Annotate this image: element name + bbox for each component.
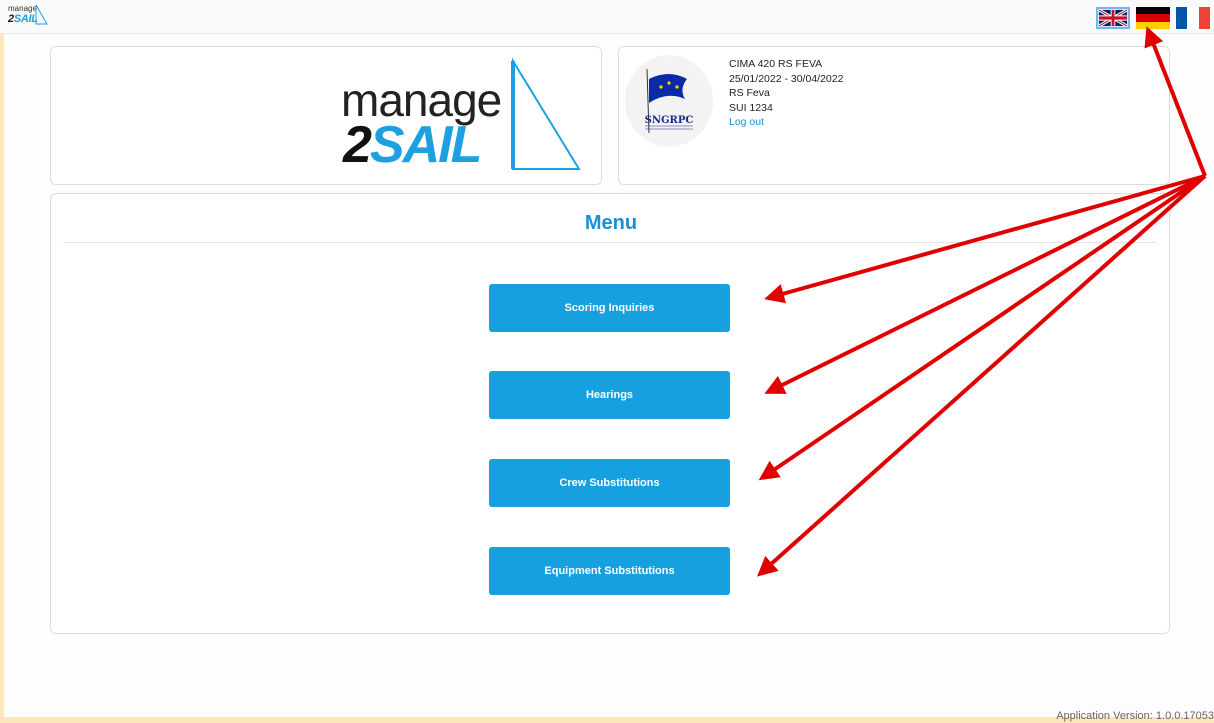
scoring-inquiries-button[interactable]: Scoring Inquiries bbox=[489, 284, 730, 332]
svg-text:SNGRPC: SNGRPC bbox=[645, 115, 694, 126]
left-edge-strip bbox=[0, 0, 4, 723]
menu-panel: Menu Scoring Inquiries Hearings Crew Sub… bbox=[50, 193, 1170, 634]
app-version: Application Version: 1.0.0.17053 bbox=[1056, 710, 1214, 722]
boat-class: RS Feva bbox=[729, 87, 770, 99]
event-info-panel: SNGRPC CIMA 420 RS FEVA 25/01/2022 - 30/… bbox=[618, 46, 1170, 185]
top-bar: manage 2SAIL bbox=[0, 0, 1214, 34]
uk-flag-icon[interactable] bbox=[1096, 7, 1130, 29]
event-name: CIMA 420 RS FEVA bbox=[729, 58, 823, 70]
germany-flag-icon[interactable] bbox=[1136, 7, 1170, 29]
menu-title: Menu bbox=[584, 212, 638, 234]
language-selector bbox=[1096, 5, 1210, 31]
france-flag-icon[interactable] bbox=[1176, 7, 1210, 29]
logout-link[interactable]: Log out bbox=[729, 115, 843, 130]
bottom-edge-strip bbox=[0, 717, 1214, 723]
header-logo-manage-text: manage bbox=[8, 4, 37, 13]
logo-2sail-text: 2SAIL bbox=[343, 116, 482, 174]
sail-number: SUI 1234 bbox=[729, 101, 773, 114]
equipment-substitutions-button[interactable]: Equipment Substitutions bbox=[489, 547, 730, 595]
sail-icon bbox=[35, 5, 48, 25]
event-dates: 25/01/2022 - 30/04/2022 bbox=[729, 72, 844, 85]
manage2sail-logo: manage 2SAIL bbox=[341, 57, 581, 177]
logo-panel: manage 2SAIL bbox=[50, 46, 602, 185]
sail-icon bbox=[511, 57, 581, 170]
hearings-button[interactable]: Hearings bbox=[489, 371, 730, 419]
event-details: CIMA 420 RS FEVA 25/01/2022 - 30/04/2022… bbox=[729, 57, 843, 130]
club-logo: SNGRPC bbox=[625, 55, 713, 147]
header-logo[interactable]: manage 2SAIL bbox=[8, 5, 68, 29]
divider bbox=[63, 242, 1157, 243]
crew-substitutions-button[interactable]: Crew Substitutions bbox=[489, 459, 730, 507]
